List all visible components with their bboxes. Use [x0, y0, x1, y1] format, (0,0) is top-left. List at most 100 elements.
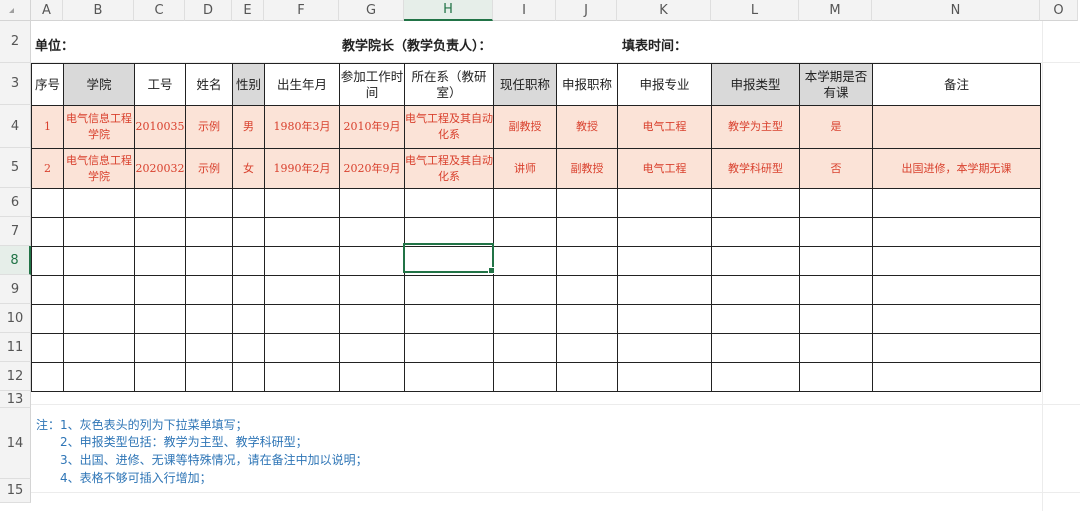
note-line-4[interactable]: 4、表格不够可插入行增加； — [60, 469, 212, 486]
table-cell[interactable]: 示例 — [185, 105, 233, 149]
column-header-e[interactable]: E — [232, 0, 264, 21]
table-header-cell[interactable]: 备注 — [872, 63, 1041, 106]
table-cell[interactable] — [63, 275, 135, 305]
table-cell[interactable] — [617, 217, 712, 247]
table-cell[interactable] — [134, 275, 186, 305]
table-header-cell[interactable]: 姓名 — [185, 63, 233, 106]
table-cell[interactable] — [31, 246, 64, 276]
table-cell[interactable] — [264, 246, 340, 276]
table-cell[interactable]: 教学科研型 — [711, 148, 800, 189]
table-header-cell[interactable]: 出生年月 — [264, 63, 340, 106]
table-header-cell[interactable]: 现任职称 — [493, 63, 557, 106]
table-cell[interactable] — [339, 246, 405, 276]
table-cell[interactable] — [556, 304, 618, 334]
table-cell[interactable] — [493, 217, 557, 247]
table-cell[interactable] — [339, 217, 405, 247]
table-cell[interactable] — [711, 188, 800, 218]
table-cell[interactable]: 1 — [31, 105, 64, 149]
table-cell[interactable]: 出国进修，本学期无课 — [872, 148, 1041, 189]
table-header-cell[interactable]: 工号 — [134, 63, 186, 106]
table-cell[interactable] — [339, 333, 405, 363]
column-header-g[interactable]: G — [339, 0, 404, 21]
table-cell[interactable] — [264, 304, 340, 334]
table-cell[interactable] — [31, 188, 64, 218]
table-cell[interactable] — [872, 275, 1041, 305]
table-cell[interactable] — [185, 275, 233, 305]
row-header-8[interactable]: 8 — [0, 246, 31, 275]
table-cell[interactable] — [185, 333, 233, 363]
date-label[interactable]: 填表时间： — [622, 35, 687, 54]
table-cell[interactable] — [31, 362, 64, 392]
table-cell[interactable] — [232, 333, 265, 363]
table-cell[interactable] — [264, 188, 340, 218]
row-header-9[interactable]: 9 — [0, 275, 31, 304]
table-cell[interactable] — [617, 275, 712, 305]
table-cell[interactable] — [556, 217, 618, 247]
table-cell[interactable] — [799, 188, 873, 218]
table-cell[interactable] — [556, 333, 618, 363]
table-cell[interactable] — [872, 333, 1041, 363]
table-cell[interactable] — [31, 304, 64, 334]
table-cell[interactable]: 讲师 — [493, 148, 557, 189]
table-cell[interactable]: 教授 — [556, 105, 618, 149]
note-line-2[interactable]: 2、申报类型包括：教学为主型、教学科研型； — [60, 433, 308, 450]
table-cell[interactable] — [63, 362, 135, 392]
table-cell[interactable] — [493, 188, 557, 218]
table-cell[interactable]: 2010035 — [134, 105, 186, 149]
table-cell[interactable]: 1990年2月 — [264, 148, 340, 189]
table-header-cell[interactable]: 申报职称 — [556, 63, 618, 106]
table-cell[interactable] — [232, 304, 265, 334]
table-cell[interactable] — [711, 304, 800, 334]
table-header-cell[interactable]: 本学期是否有课 — [799, 63, 873, 106]
table-cell[interactable] — [134, 362, 186, 392]
table-header-cell[interactable]: 所在系（教研室） — [404, 63, 494, 106]
table-cell[interactable] — [404, 188, 494, 218]
table-cell[interactable] — [232, 275, 265, 305]
table-cell[interactable] — [556, 275, 618, 305]
table-cell[interactable] — [799, 333, 873, 363]
table-cell[interactable] — [185, 246, 233, 276]
table-cell[interactable]: 是 — [799, 105, 873, 149]
table-cell[interactable] — [872, 246, 1041, 276]
column-header-i[interactable]: I — [493, 0, 556, 21]
table-cell[interactable] — [63, 333, 135, 363]
column-header-l[interactable]: L — [711, 0, 799, 21]
table-cell[interactable] — [493, 362, 557, 392]
table-header-cell[interactable]: 序号 — [31, 63, 64, 106]
table-cell[interactable] — [134, 304, 186, 334]
table-cell[interactable] — [134, 333, 186, 363]
table-cell[interactable] — [232, 246, 265, 276]
row-header-10[interactable]: 10 — [0, 304, 31, 333]
table-cell[interactable]: 否 — [799, 148, 873, 189]
table-cell[interactable] — [264, 333, 340, 363]
table-cell[interactable] — [872, 304, 1041, 334]
table-cell[interactable] — [404, 333, 494, 363]
table-cell[interactable]: 2010年9月 — [339, 105, 405, 149]
note-line-1[interactable]: 注：1、灰色表头的列为下拉菜单填写； — [36, 416, 248, 433]
row-header-5[interactable]: 5 — [0, 148, 31, 188]
column-header-c[interactable]: C — [134, 0, 185, 21]
table-cell[interactable] — [134, 217, 186, 247]
table-cell[interactable] — [264, 362, 340, 392]
table-cell[interactable]: 副教授 — [556, 148, 618, 189]
table-cell[interactable] — [185, 362, 233, 392]
table-cell[interactable] — [711, 275, 800, 305]
table-cell[interactable] — [711, 362, 800, 392]
table-cell[interactable] — [404, 304, 494, 334]
table-cell[interactable]: 电气工程及其自动化系 — [404, 105, 494, 149]
table-cell[interactable]: 女 — [232, 148, 265, 189]
row-header-7[interactable]: 7 — [0, 217, 31, 246]
column-header-d[interactable]: D — [185, 0, 232, 21]
active-cell-selection[interactable] — [403, 243, 495, 274]
table-header-cell[interactable]: 性别 — [232, 63, 265, 106]
table-cell[interactable] — [617, 246, 712, 276]
table-cell[interactable] — [63, 304, 135, 334]
fill-handle[interactable] — [488, 267, 495, 274]
table-cell[interactable] — [799, 304, 873, 334]
table-cell[interactable]: 副教授 — [493, 105, 557, 149]
column-header-j[interactable]: J — [556, 0, 617, 21]
table-cell[interactable] — [185, 188, 233, 218]
column-header-k[interactable]: K — [617, 0, 711, 21]
table-cell[interactable] — [264, 275, 340, 305]
table-cell[interactable] — [404, 275, 494, 305]
